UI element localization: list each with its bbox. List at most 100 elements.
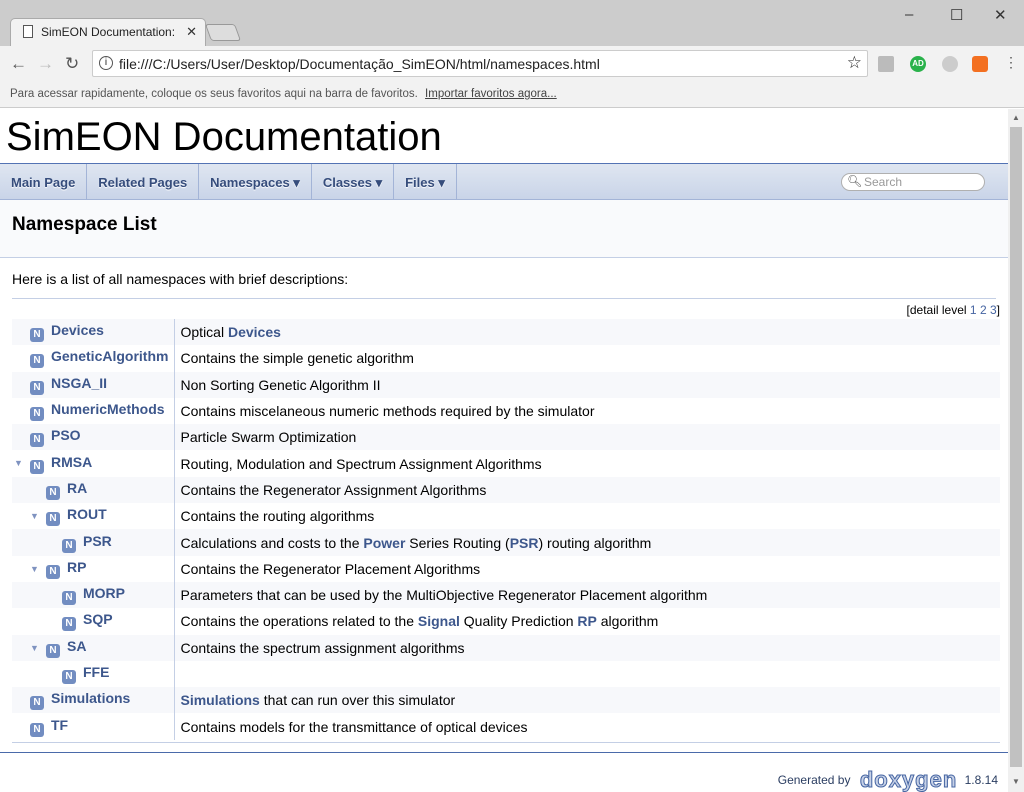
namespace-link[interactable]: PSO	[51, 427, 81, 443]
table-row: N Simulations Simulations that can run ove…	[12, 687, 1000, 714]
namespace-link[interactable]: SA	[67, 638, 86, 654]
description-link[interactable]: Devices	[228, 324, 281, 340]
detail-level-label: [detail level	[906, 303, 967, 317]
table-row: N PSO Particle Swarm Optimization	[12, 424, 1000, 451]
close-window-icon[interactable]: ✕	[994, 6, 1007, 24]
description-text: Non Sorting Genetic Algorithm II	[180, 376, 381, 393]
forward-icon[interactable]: →	[37, 54, 54, 74]
adblock-icon[interactable]: AD	[910, 56, 926, 72]
bookmark-star-icon[interactable]: ☆	[847, 53, 862, 73]
detail-level-close: ]	[996, 303, 1000, 317]
avast-icon[interactable]	[972, 56, 988, 72]
vertical-scrollbar[interactable]: ▲ ▼	[1008, 109, 1024, 792]
browser-toolbar: ← → ↻ i file:///C:/Users/User/Desktop/Do…	[0, 46, 1024, 82]
info-icon[interactable]: i	[99, 56, 113, 70]
scrollbar-thumb[interactable]	[1010, 127, 1022, 767]
description-text: Contains models for the transmittance of…	[180, 718, 528, 735]
scroll-down-icon[interactable]: ▼	[1012, 777, 1020, 786]
detail-level-1[interactable]: 1	[970, 303, 977, 317]
description-link[interactable]: Simulations	[181, 692, 260, 708]
namespace-link[interactable]: PSR	[83, 533, 112, 549]
nav-files[interactable]: Files ▾	[394, 164, 457, 199]
namespace-icon: N	[62, 670, 76, 684]
namespace-link[interactable]: TF	[51, 717, 68, 733]
description-text: Particle Swarm Optimization	[180, 429, 357, 446]
description-text: Contains the operations related to the	[180, 613, 418, 630]
scroll-up-icon[interactable]: ▲	[1012, 113, 1020, 122]
browser-tab[interactable]: SimEON Documentation: ✕	[10, 18, 206, 46]
footer: Generated by doxygen 1.8.14	[0, 752, 1008, 792]
description-text: Optical	[180, 324, 228, 341]
close-tab-icon[interactable]: ✕	[186, 24, 197, 40]
namespace-icon: N	[46, 564, 60, 579]
doxygen-logo[interactable]: doxygen	[859, 767, 958, 792]
description-text: Quality Prediction	[459, 613, 578, 630]
table-row: N NumericMethods Contains miscelaneous num…	[12, 397, 1000, 425]
namespace-entry: ▼ N RP	[12, 555, 175, 582]
collapse-arrow-icon[interactable]: ▼	[30, 511, 39, 521]
namespace-entry: N GeneticAlgorithm	[12, 345, 175, 372]
maximize-icon[interactable]: ☐	[950, 6, 963, 24]
description-link[interactable]: Signal	[418, 613, 460, 629]
extension-icon[interactable]	[942, 56, 958, 72]
search-icon[interactable]: 🔍︎	[847, 174, 862, 188]
new-tab-button[interactable]	[204, 24, 242, 41]
nav-main-page[interactable]: Main Page	[0, 164, 88, 199]
namespace-link[interactable]: RP	[67, 559, 86, 575]
namespace-entry: ▼ N SA	[12, 634, 175, 661]
description-text: Contains the Regenerator Placement Algor…	[180, 560, 481, 577]
namespace-link[interactable]: ROUT	[67, 506, 107, 522]
namespace-entry: N Devices	[12, 319, 175, 346]
detail-level: [detail level 1 2 3]	[0, 299, 1008, 319]
namespace-link[interactable]: SQP	[83, 611, 113, 627]
search-input[interactable]: 🔍︎ Search	[841, 173, 985, 191]
nav-namespaces[interactable]: Namespaces ▾	[199, 164, 312, 199]
collapse-arrow-icon[interactable]: ▼	[30, 643, 39, 653]
table-row: N NSGA_II Non Sorting Genetic Algorithm II	[12, 371, 1000, 398]
namespace-entry: N Simulations	[12, 687, 175, 714]
namespace-link[interactable]: Simulations	[51, 690, 130, 706]
namespace-entry: N NSGA_II	[12, 371, 175, 398]
menu-icon[interactable]: ⋮	[1004, 54, 1018, 71]
namespace-description: Contains the spectrum assignment algorit…	[174, 634, 1000, 661]
namespace-link[interactable]: NSGA_II	[51, 375, 107, 391]
collapse-arrow-icon[interactable]: ▼	[14, 458, 23, 468]
address-bar[interactable]: i file:///C:/Users/User/Desktop/Document…	[92, 50, 868, 77]
table-row: N MORP Parameters that can be used by the …	[12, 581, 1000, 609]
intro-text: Here is a list of all namespaces with br…	[12, 271, 349, 287]
minimize-icon[interactable]: –	[905, 6, 913, 23]
reload-icon[interactable]: ↻	[65, 54, 79, 74]
namespace-table: N Devices Optical Devices N GeneticAlgorithm…	[12, 319, 1000, 740]
namespace-description: Routing, Modulation and Spectrum Assignm…	[174, 450, 1000, 476]
namespace-icon: N	[46, 512, 60, 527]
url-text: file:///C:/Users/User/Desktop/Documentaç…	[119, 56, 600, 72]
table-row: N Devices Optical Devices	[12, 319, 1000, 346]
namespace-link[interactable]: NumericMethods	[51, 401, 165, 417]
namespace-link[interactable]: FFE	[83, 664, 109, 680]
namespace-link[interactable]: Devices	[51, 322, 104, 338]
namespace-link[interactable]: MORP	[83, 585, 125, 601]
description-link[interactable]: PSR	[510, 535, 539, 551]
nav-classes[interactable]: Classes ▾	[312, 164, 395, 199]
table-row: N SQP Contains the operations related to t…	[12, 608, 1000, 635]
namespace-description: Contains the Regenerator Placement Algor…	[174, 556, 1000, 582]
detail-level-2[interactable]: 2	[980, 303, 987, 317]
namespace-description	[174, 661, 1000, 687]
namespace-entry: N SQP	[12, 608, 175, 635]
nav-related-pages[interactable]: Related Pages	[87, 164, 200, 199]
back-icon[interactable]: ←	[10, 54, 27, 74]
collapse-arrow-icon[interactable]: ▼	[30, 564, 39, 574]
description-link[interactable]: RP	[577, 613, 596, 629]
namespace-link[interactable]: RA	[67, 480, 87, 496]
table-row: ▼ N RMSA Routing, Modulation and Spectrum A…	[12, 450, 1000, 477]
description-text: Series Routing (	[405, 534, 510, 551]
import-bookmarks-link[interactable]: Importar favoritos agora...	[425, 88, 557, 100]
description-link[interactable]: Power	[363, 535, 405, 551]
camera-icon[interactable]	[878, 56, 894, 72]
detail-level-3[interactable]: 3	[990, 303, 997, 317]
namespace-link[interactable]: GeneticAlgorithm	[51, 348, 168, 364]
namespace-description: Particle Swarm Optimization	[174, 424, 1000, 451]
table-row: ▼ N SA Contains the spectrum assignment alg…	[12, 634, 1000, 661]
namespace-link[interactable]: RMSA	[51, 454, 92, 470]
namespace-icon: N	[46, 485, 60, 500]
